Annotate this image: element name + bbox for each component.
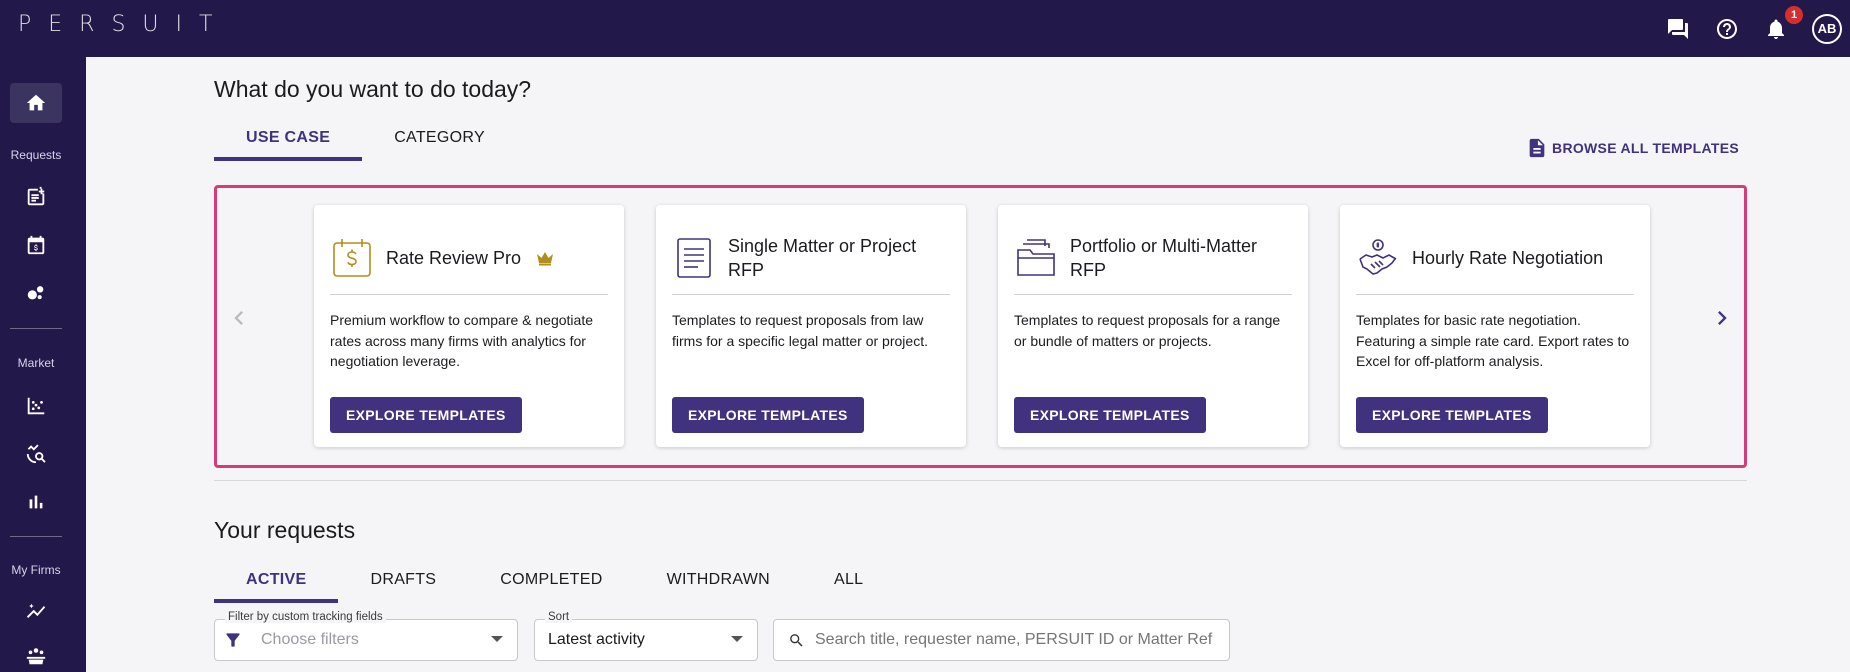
document-lines-icon — [672, 236, 716, 280]
tab-use-case[interactable]: USE CASE — [214, 121, 363, 169]
sort-select[interactable]: Sort Latest activity — [534, 611, 758, 661]
filter-icon — [226, 633, 240, 647]
search-icon — [790, 633, 803, 647]
search-input[interactable] — [815, 631, 1225, 649]
chevron-down-icon — [491, 636, 503, 642]
browse-all-templates-label: BROWSE ALL TEMPLATES — [1552, 140, 1739, 156]
card-description: Templates for basic rate negotiation. Fe… — [1356, 312, 1630, 369]
sidebar-divider — [10, 536, 62, 537]
card-title: Portfolio or Multi-Matter RFP — [1070, 236, 1258, 280]
sidebar-section-market: Market — [17, 356, 55, 370]
analytics-search-icon[interactable] — [20, 438, 52, 470]
document-icon — [1529, 138, 1545, 158]
filter-placeholder: Choose filters — [261, 631, 359, 648]
filter-label: Filter by custom tracking fields — [225, 611, 386, 623]
custom-tracking-filter[interactable]: Filter by custom tracking fields Choose … — [214, 611, 518, 661]
sort-label: Sort — [545, 611, 573, 623]
folders-icon — [1014, 236, 1058, 280]
chat-icon[interactable] — [1665, 16, 1691, 42]
bubbles-icon[interactable] — [20, 277, 52, 309]
persuit-logo[interactable]: PERSUIT — [18, 12, 229, 37]
sidebar-section-requests: Requests — [10, 148, 62, 162]
carousel-prev-button[interactable] — [224, 303, 254, 333]
group-icon[interactable] — [20, 640, 52, 672]
explore-templates-button[interactable]: EXPLORE TEMPLATES — [1356, 397, 1548, 433]
crown-icon — [535, 250, 555, 266]
tab-completed[interactable]: COMPLETED — [468, 563, 634, 611]
tab-category[interactable]: CATEGORY — [362, 121, 517, 169]
notification-badge: 1 — [1785, 5, 1803, 24]
carousel-next-button[interactable] — [1707, 303, 1737, 333]
card-hourly-rate-negotiation: Hourly Rate Negotiation Templates for ba… — [1340, 205, 1650, 447]
card-single-matter-rfp: Single Matter or Project RFP Templates t… — [656, 205, 966, 447]
your-requests-title: Your requests — [214, 517, 356, 543]
card-description: Premium workflow to compare & negotiate … — [330, 312, 593, 369]
card-divider — [1356, 294, 1634, 295]
card-divider — [672, 294, 950, 295]
new-request-icon[interactable] — [20, 181, 52, 213]
sort-value: Latest activity — [548, 631, 645, 648]
card-portfolio-multi-matter-rfp: Portfolio or Multi-Matter RFP Templates … — [998, 205, 1308, 447]
help-icon[interactable] — [1714, 16, 1740, 42]
top-bar: PERSUIT 1 AB — [0, 0, 1850, 57]
browse-all-templates-button[interactable]: BROWSE ALL TEMPLATES — [1526, 137, 1739, 159]
chevron-left-icon — [234, 311, 243, 325]
chevron-right-icon — [1718, 311, 1727, 325]
scatter-chart-icon[interactable] — [20, 390, 52, 422]
tab-withdrawn[interactable]: WITHDRAWN — [635, 563, 802, 611]
user-avatar[interactable]: AB — [1812, 13, 1842, 44]
sidebar-section-my-firms: My Firms — [11, 563, 61, 577]
request-search[interactable] — [773, 619, 1230, 661]
tab-active[interactable]: ACTIVE — [214, 563, 339, 611]
handshake-dollar-icon — [1356, 236, 1400, 280]
card-description: Templates to request proposals from law … — [672, 312, 928, 349]
tab-drafts[interactable]: DRAFTS — [338, 563, 468, 611]
calendar-dollar-icon — [330, 236, 374, 280]
section-divider — [214, 480, 1747, 481]
card-divider — [330, 294, 608, 295]
explore-templates-button[interactable]: EXPLORE TEMPLATES — [330, 397, 522, 433]
main-content: What do you want to do today? USE CASE C… — [86, 57, 1850, 672]
tab-all[interactable]: ALL — [802, 563, 895, 611]
explore-templates-button[interactable]: EXPLORE TEMPLATES — [1014, 397, 1206, 433]
calendar-dollar-icon[interactable] — [20, 229, 52, 261]
sidebar: Requests Market My Firms — [0, 57, 86, 672]
card-title: Single Matter or Project RFP — [728, 236, 917, 280]
top-actions: 1 AB — [1665, 0, 1850, 57]
home-icon — [26, 94, 46, 111]
card-title: Rate Review Pro — [386, 248, 522, 268]
explore-templates-button[interactable]: EXPLORE TEMPLATES — [672, 397, 864, 433]
notifications-bell-icon[interactable]: 1 — [1763, 5, 1803, 42]
use-case-tabs: USE CASE CATEGORY — [214, 121, 517, 169]
card-rate-review-pro: Rate Review Pro Premium workflow to comp… — [314, 205, 624, 447]
page-title: What do you want to do today? — [214, 76, 532, 102]
use-case-carousel: Rate Review Pro Premium workflow to comp… — [214, 185, 1747, 468]
sidebar-divider — [10, 328, 62, 329]
chevron-down-icon — [731, 636, 743, 642]
request-status-tabs: ACTIVE DRAFTS COMPLETED WITHDRAWN ALL — [214, 563, 895, 611]
sidebar-item-home[interactable] — [10, 83, 62, 123]
trending-sparkle-icon[interactable] — [20, 596, 52, 628]
card-description: Templates to request proposals for a ran… — [1014, 312, 1281, 349]
card-divider — [1014, 294, 1292, 295]
card-title: Hourly Rate Negotiation — [1412, 248, 1604, 268]
bar-chart-icon[interactable] — [20, 486, 52, 518]
